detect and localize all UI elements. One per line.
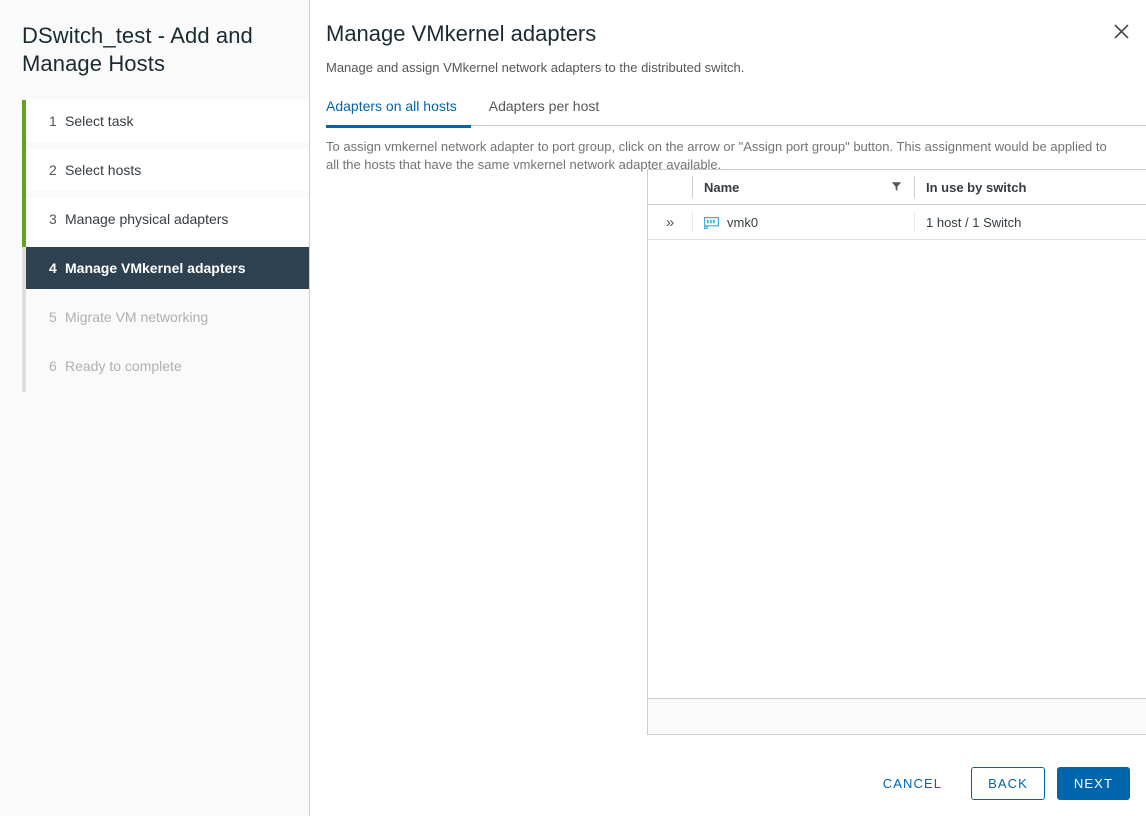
cell-in-use-text: 1 host / 1 Switch xyxy=(926,215,1021,230)
cell-name: vmk0 xyxy=(692,205,914,239)
step-label: Select hosts xyxy=(65,162,141,178)
column-divider xyxy=(914,176,915,198)
step-number: 4 xyxy=(49,260,65,276)
cell-in-use-by-switch: 1 host / 1 Switch xyxy=(914,205,1146,239)
cell-divider xyxy=(914,211,915,233)
page-title: Manage VMkernel adapters xyxy=(326,20,1146,48)
panel-header: Manage VMkernel adapters Manage and assi… xyxy=(310,0,1146,77)
cell-divider xyxy=(692,211,693,233)
cancel-button[interactable]: CANCEL xyxy=(866,767,959,800)
row-expand-cell: » xyxy=(648,205,692,239)
column-header-label: Name xyxy=(704,180,739,195)
vmkernel-adapter-icon xyxy=(704,216,719,229)
column-header-label: In use by switch xyxy=(926,180,1026,195)
tab-adapters-per-host[interactable]: Adapters per host xyxy=(489,93,614,125)
step-number: 6 xyxy=(49,358,65,374)
table-header-row: Name In use by switch Destination port g… xyxy=(648,170,1146,205)
table-body: » vmk0 xyxy=(648,205,1146,698)
cell-name-text: vmk0 xyxy=(727,215,758,230)
column-header-expand xyxy=(648,170,692,204)
page-subtitle: Manage and assign VMkernel network adapt… xyxy=(326,59,1146,77)
sidebar-step-select-hosts[interactable]: 2 Select hosts xyxy=(26,149,309,191)
column-header-in-use-by-switch[interactable]: In use by switch xyxy=(914,170,1146,204)
step-number: 1 xyxy=(49,113,65,129)
column-header-name[interactable]: Name xyxy=(692,170,914,204)
wizard-footer-actions: CANCEL BACK NEXT xyxy=(866,767,1130,800)
step-label: Select task xyxy=(65,113,133,129)
tab-label: Adapters per host xyxy=(489,98,600,114)
tab-adapters-on-all-hosts[interactable]: Adapters on all hosts xyxy=(326,93,471,128)
next-button[interactable]: NEXT xyxy=(1057,767,1130,800)
sidebar-step-migrate-vm-networking[interactable]: 5 Migrate VM networking xyxy=(26,296,309,338)
wizard-steps: 1 Select task 2 Select hosts 3 Manage ph… xyxy=(0,100,309,387)
main-panel: Manage VMkernel adapters Manage and assi… xyxy=(310,0,1146,816)
step-number: 5 xyxy=(49,309,65,325)
tab-bar: Adapters on all hosts Adapters per host xyxy=(326,93,1146,126)
step-label: Manage physical adapters xyxy=(65,211,228,227)
wizard-progress-rail xyxy=(22,100,26,387)
sidebar-step-select-task[interactable]: 1 Select task xyxy=(26,100,309,142)
wizard-sidebar: DSwitch_test - Add and Manage Hosts 1 Se… xyxy=(0,0,310,816)
add-and-manage-hosts-wizard: DSwitch_test - Add and Manage Hosts 1 Se… xyxy=(0,0,1146,816)
back-button[interactable]: BACK xyxy=(971,767,1045,800)
table-row[interactable]: » vmk0 xyxy=(648,205,1146,240)
sidebar-step-ready-to-complete[interactable]: 6 Ready to complete xyxy=(26,345,309,387)
close-icon[interactable] xyxy=(1106,16,1136,46)
vmkernel-adapters-table: Name In use by switch Destination port g… xyxy=(647,169,1146,735)
step-number: 3 xyxy=(49,211,65,227)
table-footer: 1 Vmkernel network adapters xyxy=(648,698,1146,734)
sidebar-step-manage-vmkernel-adapters[interactable]: 4 Manage VMkernel adapters xyxy=(26,247,309,289)
sidebar-step-manage-physical-adapters[interactable]: 3 Manage physical adapters xyxy=(26,198,309,240)
column-divider xyxy=(692,176,693,198)
step-label: Manage VMkernel adapters xyxy=(65,260,246,276)
step-label: Ready to complete xyxy=(65,358,182,374)
chevron-double-right-icon[interactable]: » xyxy=(660,205,680,239)
step-number: 2 xyxy=(49,162,65,178)
wizard-title: DSwitch_test - Add and Manage Hosts xyxy=(0,0,309,78)
tab-label: Adapters on all hosts xyxy=(326,98,457,114)
filter-icon[interactable] xyxy=(891,180,902,195)
step-label: Migrate VM networking xyxy=(65,309,208,325)
